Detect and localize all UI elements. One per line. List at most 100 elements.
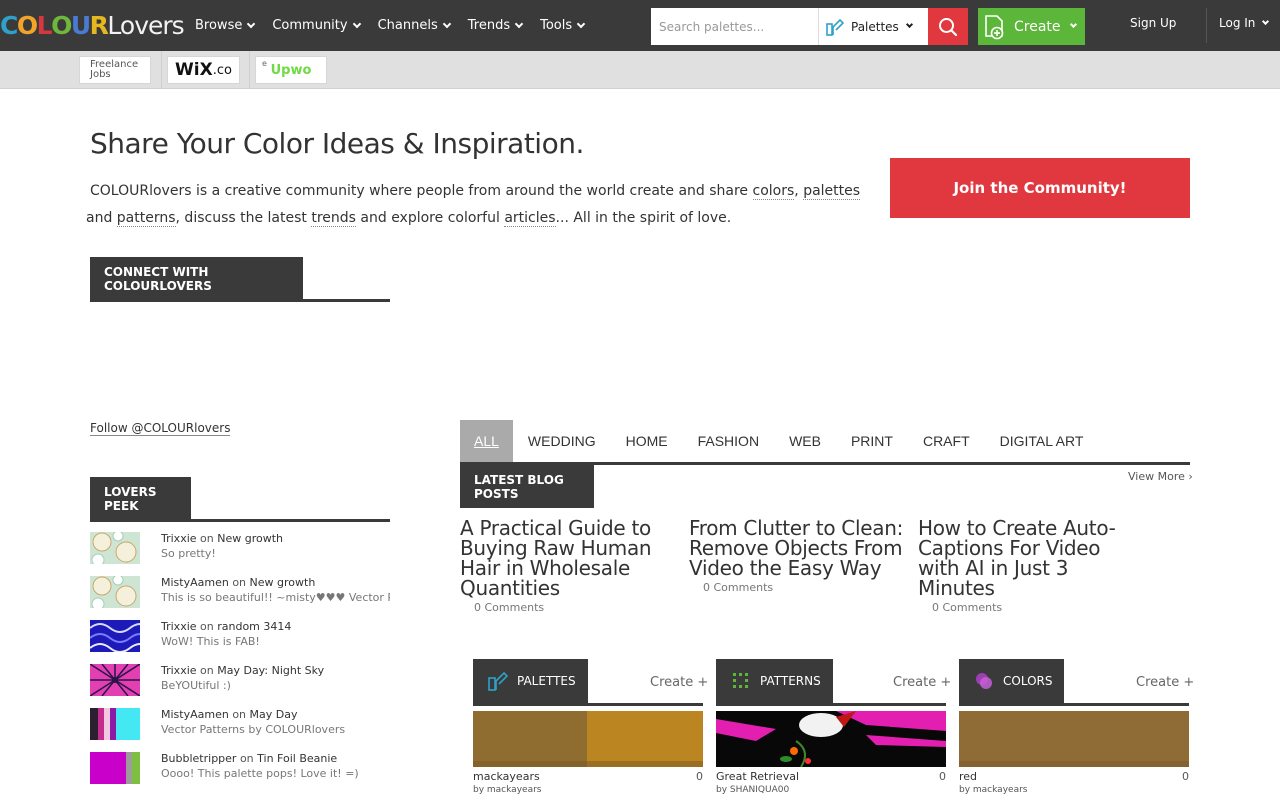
sponsor-bar: Freelance Jobs WiX .co e Upwo [0,51,1280,89]
pattern-thumbnail[interactable] [90,576,140,608]
patterns-heading: PATTERNS [716,659,833,703]
pattern-thumbnail[interactable] [90,620,140,652]
search-type-label: Palettes [851,19,899,34]
peek-username[interactable]: MistyAamen [161,576,229,589]
blog-post-comments[interactable]: 0 Comments [689,581,911,594]
nav-trends[interactable]: Trends [468,18,524,33]
pattern-author[interactable]: by SHANIQUA00 [716,785,789,795]
nav-community[interactable]: Community [272,18,361,33]
color-author[interactable]: by mackayears [959,785,1027,795]
palette-title[interactable]: mackayears [473,770,540,783]
top-navigation-bar: C O L O U R Lovers Browse Community Chan… [0,0,1280,51]
palettes-heading: PALETTES [473,659,588,703]
tab-fashion[interactable]: FASHION [683,420,774,462]
pattern-thumbnail[interactable] [90,532,140,564]
link-patterns[interactable]: patterns [116,210,176,227]
tab-all[interactable]: ALL [460,420,513,462]
pattern-thumbnail-art [90,576,140,608]
colors-icon [976,673,992,689]
tab-web[interactable]: WEB [774,420,836,462]
list-item: MistyAamen on May Day Vector Patterns by… [90,708,390,744]
hero-text-1: COLOURlovers is a creative community whe… [90,183,753,199]
palette-preview[interactable] [473,711,703,767]
link-trends[interactable]: trends [311,210,356,227]
peek-target[interactable]: May Day: Night Sky [217,664,324,677]
nav-community-label: Community [272,18,348,33]
blog-post-title[interactable]: A Practical Guide to Buying Raw Human Ha… [460,518,682,598]
tab-craft[interactable]: CRAFT [908,420,985,462]
peek-comment: Vector Patterns by COLOURlovers [161,723,346,736]
blog-post-title[interactable]: From Clutter to Clean: Remove Objects Fr… [689,518,911,578]
peek-on: on [228,708,250,721]
nav-channels[interactable]: Channels [377,18,451,33]
tab-digital-art[interactable]: DIGITAL ART [985,420,1099,462]
search-type-select[interactable]: Palettes [818,8,928,45]
list-item: Trixxie on New growth So pretty! [90,532,390,568]
follow-twitter-link[interactable]: Follow @COLOURlovers [90,421,231,436]
join-community-button[interactable]: Join the Community! [890,158,1190,218]
peek-target[interactable]: New growth [250,576,316,589]
peek-target[interactable]: Tin Foil Beanie [257,752,337,765]
peek-username[interactable]: Trixxie [161,532,197,545]
search-button[interactable] [928,8,968,45]
link-palettes[interactable]: palettes [803,183,861,200]
patterns-underline [716,703,946,706]
color-title[interactable]: red [959,770,977,783]
search-icon [939,17,958,36]
upwork-prefix: e [262,59,267,68]
hero-text-4: ... All in the spirit of love. [555,210,732,226]
pattern-thumbnail[interactable] [90,796,140,800]
lovers-peek-heading: LOVERS PEEK [90,477,191,520]
chevron-down-icon [905,20,913,29]
peek-username[interactable]: Trixxie [161,620,197,633]
peek-user-line: Trixxie on May Day: Night Sky [161,664,324,677]
blog-post: How to Create Auto-Captions For Video wi… [918,518,1140,614]
palette-thumbnail[interactable] [90,708,140,740]
list-item [90,796,390,800]
peek-username[interactable]: MistyAamen [161,708,229,721]
peek-comment: So pretty! [161,547,216,560]
peek-username[interactable]: Bubbletripper [161,752,236,765]
sponsor-freelance-jobs[interactable]: Freelance Jobs [79,56,151,84]
link-articles[interactable]: articles [504,210,556,227]
blog-post-comments[interactable]: 0 Comments [460,601,682,614]
log-in-link[interactable]: Log In [1219,16,1270,30]
patterns-heading-label: PATTERNS [760,674,821,688]
sponsor-upwork[interactable]: e Upwo [255,56,327,84]
peek-target[interactable]: random 3414 [217,620,291,633]
tab-home[interactable]: HOME [611,420,683,462]
create-color-link[interactable]: Create + [1136,675,1194,690]
blog-post-comments[interactable]: 0 Comments [918,601,1140,614]
search-input[interactable] [651,8,818,45]
nav-tools[interactable]: Tools [540,18,586,33]
create-button[interactable]: Create [978,8,1085,45]
link-colors[interactable]: colors [752,183,795,200]
tab-print[interactable]: PRINT [836,420,908,462]
blog-post-title[interactable]: How to Create Auto-Captions For Video wi… [918,518,1140,598]
peek-on: on [228,576,250,589]
view-more-link[interactable]: View More › [1128,470,1193,483]
nav-browse[interactable]: Browse [195,18,256,33]
peek-target[interactable]: May Day [250,708,298,721]
upwork-logo-text: Upwo [270,62,312,78]
palette-author[interactable]: by mackayears [473,785,541,795]
pattern-thumbnail[interactable] [90,664,140,696]
chevron-down-icon [442,19,451,28]
sign-up-link[interactable]: Sign Up [1130,16,1176,30]
connect-heading: CONNECT WITH COLOURLOVERS [90,257,303,300]
create-pattern-link[interactable]: Create + [893,675,951,690]
sponsor-wix[interactable]: WiX .co [167,56,240,84]
peek-username[interactable]: Trixxie [161,664,197,677]
pattern-preview[interactable] [716,711,946,767]
colourlovers-logo[interactable]: C O L O U R Lovers [0,8,185,44]
create-palette-link[interactable]: Create + [650,675,708,690]
nav-tools-label: Tools [540,18,573,33]
palette-thumbnail[interactable] [90,752,140,784]
peek-on: on [236,752,258,765]
peek-target[interactable]: New growth [217,532,283,545]
tab-wedding[interactable]: WEDDING [513,420,611,462]
pattern-title[interactable]: Great Retrieval [716,770,799,783]
color-preview[interactable] [959,711,1189,767]
nav-channels-label: Channels [377,18,438,33]
logo-letter-o: O [16,11,38,40]
